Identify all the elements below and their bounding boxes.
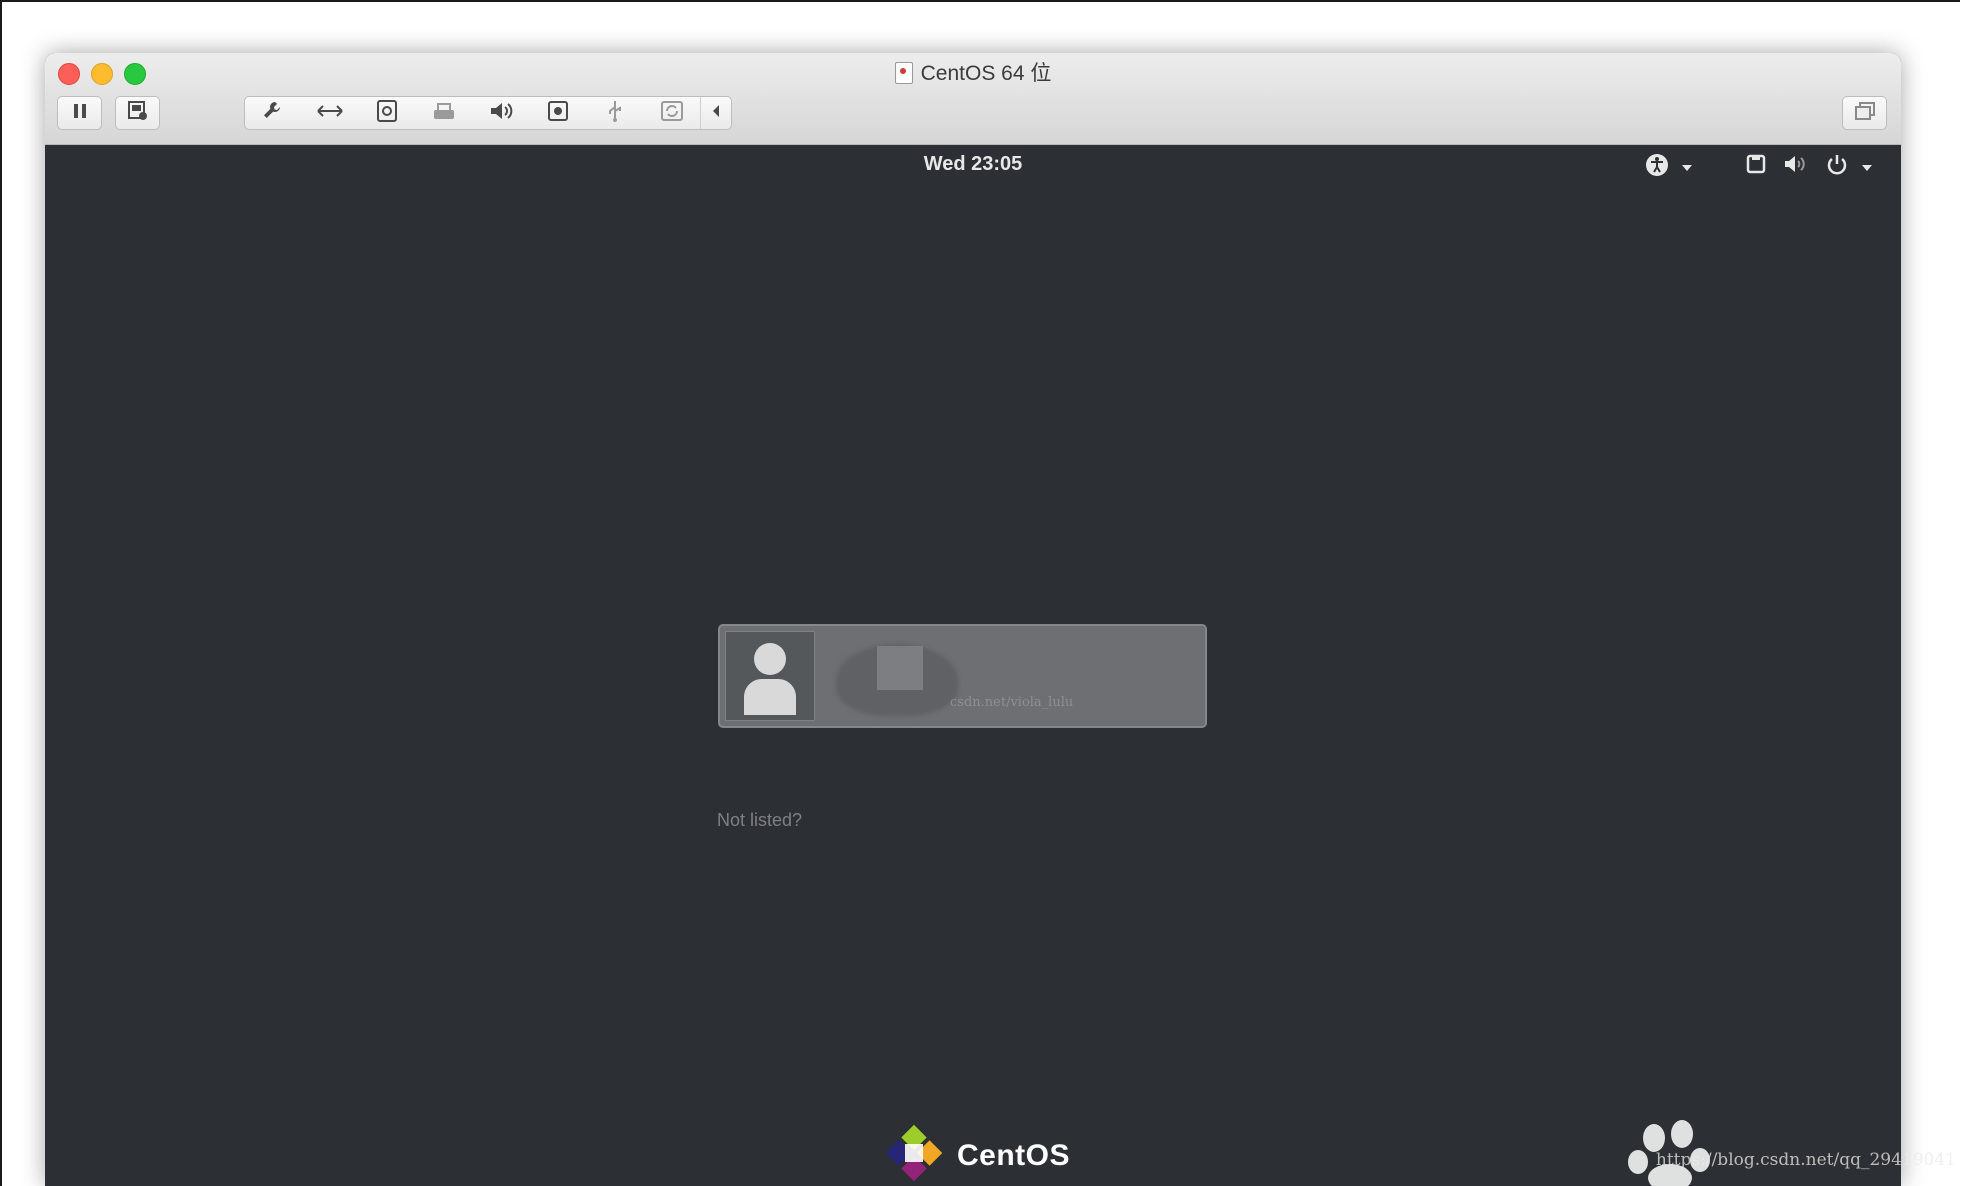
volume-icon xyxy=(1783,153,1807,180)
avatar xyxy=(725,631,815,721)
chevron-down-icon xyxy=(1681,159,1693,177)
chevron-down-icon xyxy=(1861,159,1873,177)
printer-button[interactable] xyxy=(416,97,473,129)
window-titlebar[interactable]: CentOS 64 位 xyxy=(45,53,1901,145)
vm-document-icon xyxy=(894,62,913,84)
usb-icon xyxy=(606,99,624,128)
chevron-left-icon xyxy=(711,104,721,123)
window-title-container: CentOS 64 位 xyxy=(45,59,1901,89)
network-icon xyxy=(1745,153,1767,180)
snapshot-icon xyxy=(127,100,149,127)
clock[interactable]: Wed 23:05 xyxy=(45,153,1901,176)
username-watermark: csdn.net/viola_lulu xyxy=(950,695,1074,710)
accessibility-icon xyxy=(1645,153,1671,182)
refresh-icon xyxy=(660,99,684,128)
accessibility-menu[interactable] xyxy=(1645,153,1693,182)
not-listed-link[interactable]: Not listed? xyxy=(717,810,802,831)
settings-button[interactable] xyxy=(245,97,302,129)
blurred-username-block xyxy=(877,646,923,690)
user-list-item[interactable]: csdn.net/viola_lulu xyxy=(718,624,1207,728)
hard-disk-button[interactable] xyxy=(359,97,416,129)
network-adapter-button[interactable] xyxy=(302,97,359,129)
url-watermark: https://blog.csdn.net/qq_29419041 xyxy=(1655,1150,1956,1170)
printer-icon xyxy=(432,100,456,127)
camera-icon xyxy=(546,99,570,128)
user-avatar-icon xyxy=(738,639,802,720)
centos-brand: CentOS xyxy=(883,1122,1070,1186)
usb-button[interactable] xyxy=(586,97,643,129)
pause-button[interactable] xyxy=(57,96,102,130)
centos-logo-icon xyxy=(883,1122,945,1186)
device-toolbar-group xyxy=(244,96,732,130)
camera-button[interactable] xyxy=(529,97,586,129)
vm-window: CentOS 64 位 Wed 23:05 csdn.net/viola_lul… xyxy=(45,53,1901,1186)
speaker-icon xyxy=(488,100,514,127)
toolbar-collapse-button[interactable] xyxy=(700,97,731,129)
unity-view-button[interactable] xyxy=(1842,96,1887,130)
power-icon xyxy=(1825,153,1849,182)
power-menu[interactable] xyxy=(1825,153,1873,182)
window-title: CentOS 64 位 xyxy=(920,62,1052,85)
volume-indicator[interactable] xyxy=(1783,153,1807,180)
centos-wordmark: CentOS xyxy=(957,1138,1071,1172)
fullscreen-icon xyxy=(1854,101,1876,126)
gnome-top-bar: Wed 23:05 xyxy=(45,144,1901,184)
pause-icon xyxy=(72,102,88,125)
sound-button[interactable] xyxy=(473,97,530,129)
resize-arrows-icon xyxy=(316,101,344,126)
disk-icon xyxy=(376,99,398,128)
snapshot-button[interactable] xyxy=(115,96,160,130)
network-indicator[interactable] xyxy=(1745,153,1767,180)
sharing-button[interactable] xyxy=(643,97,700,129)
wrench-icon xyxy=(261,99,285,128)
